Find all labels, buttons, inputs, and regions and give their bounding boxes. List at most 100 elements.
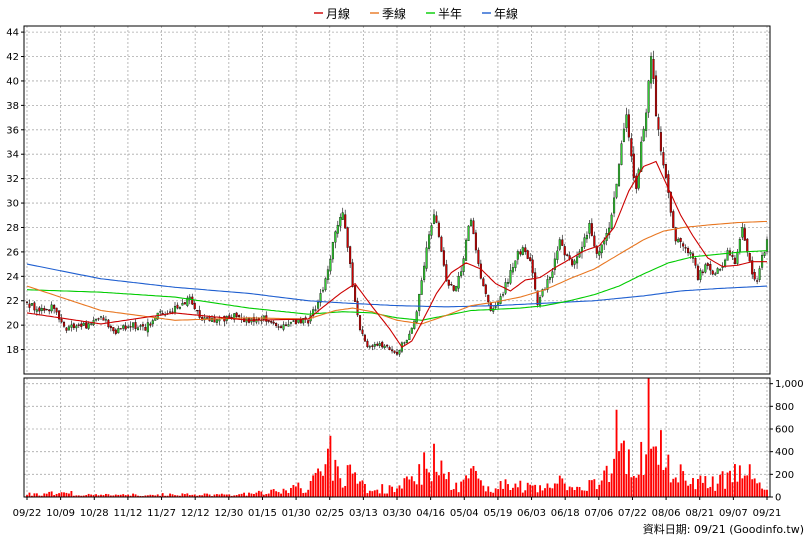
volume-bar bbox=[438, 475, 440, 497]
volume-bar bbox=[445, 479, 448, 497]
candle-body bbox=[484, 284, 487, 294]
volume-bar bbox=[679, 464, 682, 497]
candle-body bbox=[346, 227, 349, 248]
volume-bar bbox=[682, 471, 685, 497]
volume-bar bbox=[719, 474, 722, 497]
date-tick-label: 03/30 bbox=[383, 508, 412, 519]
candle-body bbox=[339, 217, 342, 227]
volume-bar bbox=[590, 480, 593, 497]
date-tick-label: 06/18 bbox=[551, 508, 580, 519]
volume-bar bbox=[267, 493, 270, 497]
volume-bar bbox=[549, 487, 551, 497]
candle-body bbox=[213, 317, 216, 323]
volume-bar bbox=[514, 483, 517, 497]
date-tick-label: 12/12 bbox=[181, 508, 210, 519]
volume-bar bbox=[753, 478, 756, 497]
candle-body bbox=[82, 322, 85, 326]
candle-body bbox=[104, 319, 107, 321]
volume-bar bbox=[455, 482, 458, 497]
candle-body bbox=[472, 220, 475, 235]
candle-body bbox=[43, 308, 46, 311]
price-tick-label: 22 bbox=[6, 296, 19, 307]
volume-bar bbox=[428, 472, 430, 497]
volume-bar bbox=[477, 478, 480, 497]
volume-bar bbox=[304, 492, 307, 497]
volume-bar bbox=[465, 475, 467, 497]
volume-bar bbox=[573, 490, 576, 497]
candle-body bbox=[682, 243, 685, 247]
candle-body bbox=[674, 227, 677, 242]
volume-tick-label: 400 bbox=[775, 447, 794, 458]
candle-body bbox=[650, 56, 653, 84]
candle-body bbox=[593, 235, 596, 247]
candle-body bbox=[706, 263, 709, 266]
volume-bar bbox=[748, 464, 751, 497]
volume-bar bbox=[509, 490, 512, 497]
candle-body bbox=[53, 304, 56, 309]
candle-body bbox=[378, 343, 381, 346]
legend-label: 月線 bbox=[326, 6, 350, 21]
volume-bar bbox=[497, 489, 500, 497]
volume-bar bbox=[368, 490, 371, 497]
volume-bar bbox=[314, 472, 317, 497]
volume-bar bbox=[610, 473, 613, 497]
volume-bar bbox=[285, 490, 287, 497]
date-tick-label: 08/21 bbox=[685, 508, 714, 519]
volume-bar bbox=[734, 464, 736, 497]
candle-body bbox=[435, 215, 438, 223]
candle-body bbox=[617, 164, 621, 186]
volume-bar bbox=[615, 409, 618, 497]
price-tick-label: 26 bbox=[6, 247, 19, 258]
candle-body bbox=[733, 257, 736, 265]
volume-bar bbox=[531, 485, 534, 497]
date-tick-label: 12/30 bbox=[214, 508, 243, 519]
candle-body bbox=[149, 323, 152, 326]
volume-bar bbox=[761, 488, 763, 497]
candle-body bbox=[610, 214, 613, 229]
price-tick-label: 28 bbox=[6, 223, 19, 234]
candle-body bbox=[642, 128, 645, 142]
candle-body bbox=[25, 301, 29, 303]
candle-body bbox=[391, 349, 394, 352]
candle-body bbox=[447, 279, 450, 286]
volume-bar bbox=[161, 493, 164, 497]
volume-bar bbox=[418, 464, 421, 497]
candle-body bbox=[467, 225, 470, 241]
volume-bar bbox=[618, 451, 620, 497]
volume-bar bbox=[33, 493, 36, 497]
candle-body bbox=[423, 265, 426, 280]
volume-bar bbox=[440, 460, 443, 497]
volume-bar bbox=[662, 469, 665, 497]
volume-bar bbox=[652, 446, 655, 497]
candle-body bbox=[38, 307, 41, 312]
volume-bar bbox=[272, 489, 275, 497]
candle-body bbox=[70, 324, 73, 328]
candle-body bbox=[371, 345, 374, 347]
candle-body bbox=[28, 303, 31, 308]
price-tick-label: 32 bbox=[6, 174, 19, 185]
candle-body bbox=[159, 311, 162, 313]
candle-body bbox=[146, 322, 149, 333]
volume-bar bbox=[336, 466, 339, 497]
candle-body bbox=[228, 315, 231, 319]
candle-body bbox=[183, 302, 186, 305]
volume-bar bbox=[396, 488, 398, 497]
candle-body bbox=[536, 290, 539, 306]
volume-bar bbox=[741, 478, 744, 497]
volume-bar bbox=[529, 484, 532, 497]
volume-tick-label: 200 bbox=[775, 470, 794, 481]
volume-bar bbox=[657, 464, 660, 497]
date-tick-label: 09/22 bbox=[13, 508, 42, 519]
volume-bar bbox=[588, 480, 591, 497]
candle-body bbox=[506, 282, 510, 284]
candle-body bbox=[112, 327, 115, 332]
volume-bar bbox=[553, 483, 556, 497]
candle-body bbox=[284, 324, 288, 326]
volume-bar bbox=[551, 488, 554, 497]
candle-body bbox=[287, 324, 290, 327]
volume-bar bbox=[472, 466, 475, 497]
candle-body bbox=[418, 293, 421, 312]
candle-body bbox=[516, 251, 519, 260]
candle-body bbox=[188, 296, 191, 299]
price-tick-label: 36 bbox=[6, 125, 19, 136]
